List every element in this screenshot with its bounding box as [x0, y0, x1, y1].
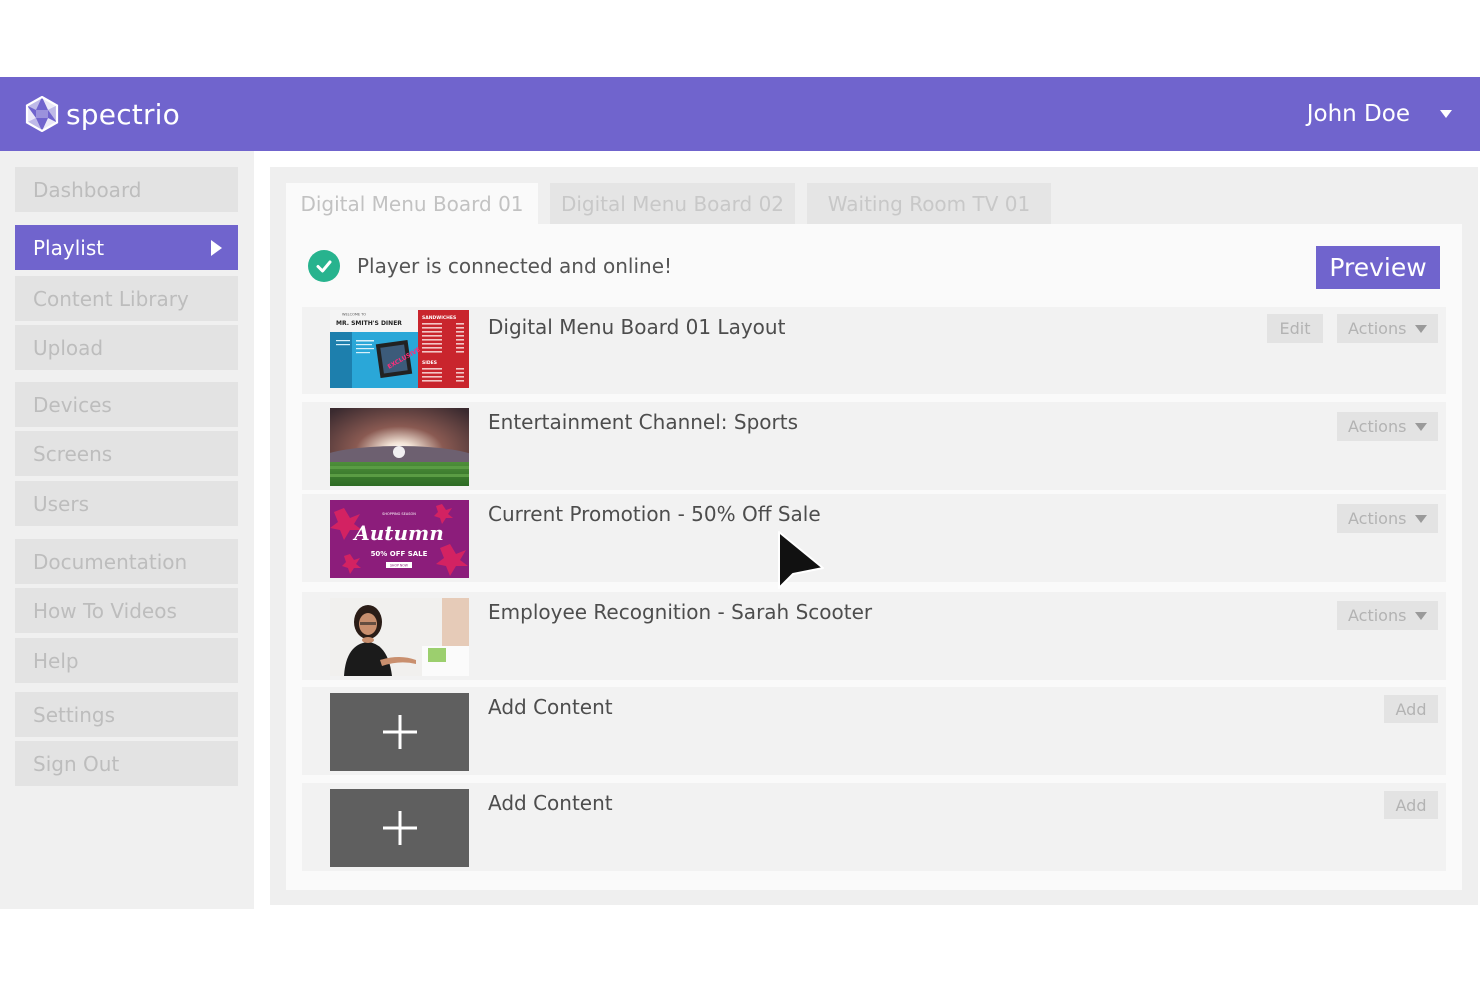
top-navbar: spectrio John Doe: [0, 77, 1480, 151]
chevron-down-icon: [1415, 422, 1428, 431]
sidebar-item-label: Content Library: [33, 286, 189, 311]
sidebar-item-label: Playlist: [33, 235, 105, 260]
brand-name: spectrio: [66, 97, 180, 131]
thumb-diner-text: MR. SMITH'S DINER: [336, 320, 402, 327]
sidebar-item-label: Sign Out: [33, 751, 120, 776]
sidebar-item-label: Dashboard: [33, 177, 142, 202]
add-button[interactable]: Add: [1384, 791, 1438, 819]
menu-board-thumbnail: WELCOME TO MR. SMITH'S DINER SANDWICHES …: [330, 310, 469, 388]
arrow-right-icon: [211, 240, 222, 256]
sidebar-item-upload[interactable]: Upload: [15, 325, 238, 370]
playlist-item-title: Employee Recognition - Sarah Scooter: [488, 600, 873, 624]
stadium-thumbnail: [330, 408, 469, 486]
sidebar-item-dashboard[interactable]: Dashboard: [15, 167, 238, 212]
sidebar-item-label: Screens: [33, 441, 113, 466]
user-name: John Doe: [1306, 101, 1410, 127]
chevron-down-icon: [1415, 514, 1428, 523]
employee-photo-thumbnail: [330, 598, 469, 676]
sidebar-item-devices[interactable]: Devices: [15, 382, 238, 427]
actions-dropdown[interactable]: Actions: [1337, 412, 1438, 441]
plus-icon: [382, 811, 417, 845]
sidebar-item-label: Upload: [33, 335, 104, 360]
playlist-item-title: Current Promotion - 50% Off Sale: [488, 502, 821, 526]
chevron-down-icon: [1415, 324, 1428, 333]
sidebar-item-how-to-videos[interactable]: How To Videos: [15, 588, 238, 633]
actions-dropdown[interactable]: Actions: [1337, 314, 1438, 343]
preview-button[interactable]: Preview: [1316, 246, 1440, 289]
brand[interactable]: spectrio: [24, 96, 180, 132]
mouse-cursor-icon: [778, 531, 824, 589]
sidebar-item-documentation[interactable]: Documentation: [15, 539, 238, 584]
chevron-down-icon: [1415, 611, 1428, 620]
tab-digital-menu-board-01[interactable]: Digital Menu Board 01: [286, 183, 538, 224]
add-content-tile[interactable]: [330, 789, 469, 867]
thumb-sides-text: SIDES: [422, 360, 437, 366]
thumb-shop-now-text: SHOP NOW: [390, 564, 409, 568]
thumb-season-text: SHOPPING SEASON: [382, 512, 416, 516]
sidebar-item-label: Documentation: [33, 549, 188, 574]
playlist-item[interactable]: WELCOME TO MR. SMITH'S DINER SANDWICHES …: [302, 307, 1446, 394]
player-status: Player is connected and online!: [308, 250, 672, 282]
actions-dropdown[interactable]: Actions: [1337, 601, 1438, 630]
sidebar-item-users[interactable]: Users: [15, 481, 238, 526]
sidebar-item-label: Help: [33, 648, 79, 673]
add-content-title: Add Content: [488, 791, 613, 815]
sidebar-item-playlist[interactable]: Playlist: [15, 225, 238, 270]
actions-label: Actions: [1348, 417, 1407, 436]
sidebar-item-sign-out[interactable]: Sign Out: [15, 741, 238, 786]
thumb-autumn-text: Autumn: [352, 521, 444, 545]
user-menu[interactable]: John Doe: [1307, 101, 1452, 127]
playlist-item-add[interactable]: Add Content Add: [302, 687, 1446, 775]
thumb-sale-text: 50% OFF SALE: [371, 550, 428, 558]
add-content-tile[interactable]: [330, 693, 469, 771]
thumb-welcome-text: WELCOME TO: [342, 313, 366, 317]
check-circle-icon: [308, 250, 340, 282]
actions-dropdown[interactable]: Actions: [1337, 504, 1438, 533]
tab-waiting-room-tv-01[interactable]: Waiting Room TV 01: [807, 183, 1051, 224]
spectrio-logo-icon: [25, 96, 59, 132]
playlist-item-title: Entertainment Channel: Sports: [488, 410, 798, 434]
sidebar-item-label: Users: [33, 491, 90, 516]
add-button[interactable]: Add: [1384, 695, 1438, 723]
sidebar-item-label: How To Videos: [33, 598, 177, 623]
playlist-item[interactable]: Entertainment Channel: Sports Actions: [302, 402, 1446, 490]
status-text: Player is connected and online!: [357, 254, 673, 278]
playlist-item[interactable]: Employee Recognition - Sarah Scooter Act…: [302, 592, 1446, 680]
sidebar-item-label: Settings: [33, 702, 116, 727]
add-content-title: Add Content: [488, 695, 613, 719]
playlist-item-add[interactable]: Add Content Add: [302, 783, 1446, 871]
sidebar-item-label: Devices: [33, 392, 112, 417]
actions-label: Actions: [1348, 606, 1407, 625]
actions-label: Actions: [1348, 319, 1407, 338]
sidebar-item-screens[interactable]: Screens: [15, 431, 238, 476]
actions-label: Actions: [1348, 509, 1407, 528]
edit-button[interactable]: Edit: [1267, 314, 1323, 343]
playlist-item-title: Digital Menu Board 01 Layout: [488, 315, 786, 339]
sidebar-item-content-library[interactable]: Content Library: [15, 276, 238, 321]
sidebar-item-help[interactable]: Help: [15, 638, 238, 683]
sidebar-item-settings[interactable]: Settings: [15, 692, 238, 737]
tab-digital-menu-board-02[interactable]: Digital Menu Board 02: [550, 183, 795, 224]
playlist-item[interactable]: SHOPPING SEASON Autumn 50% OFF SALE SHOP…: [302, 494, 1446, 582]
autumn-sale-thumbnail: SHOPPING SEASON Autumn 50% OFF SALE SHOP…: [330, 500, 469, 578]
thumb-sandwiches-text: SANDWICHES: [422, 315, 456, 321]
plus-icon: [382, 715, 417, 749]
chevron-down-icon[interactable]: [1440, 110, 1452, 118]
